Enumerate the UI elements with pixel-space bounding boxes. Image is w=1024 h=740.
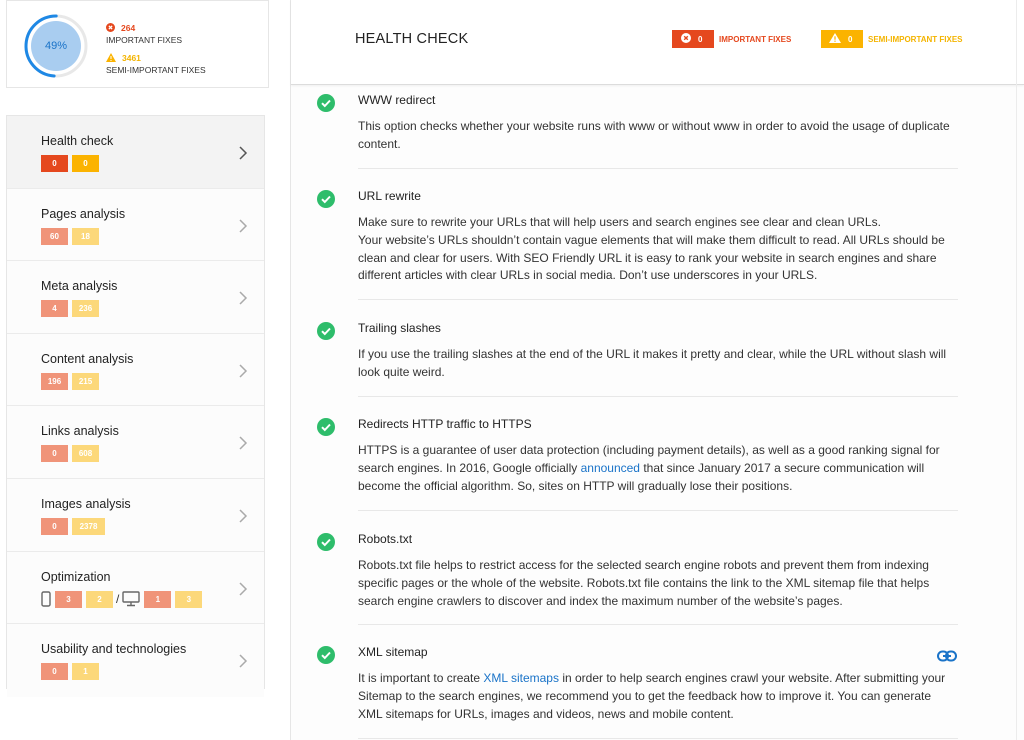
semi-important-badge: 608 — [72, 445, 99, 463]
scrollbar-track[interactable] — [1016, 0, 1017, 740]
error-icon — [681, 33, 691, 45]
divider — [358, 510, 958, 511]
sidebar-nav: Health check 0 0 Pages analysis 60 18 Me… — [6, 115, 265, 697]
important-badge: 0 — [41, 517, 68, 535]
semi-important-badge: 1 — [72, 663, 99, 681]
sidebar-item-optimization[interactable]: Optimization 3 2 / 1 3 — [7, 551, 264, 625]
semi-important-badge: 215 — [72, 372, 99, 390]
sidebar-item-meta-analysis[interactable]: Meta analysis 4 236 — [7, 261, 264, 334]
semi-important-fixes-label: SEMI-IMPORTANT FIXES — [106, 65, 206, 75]
check-title: Redirects HTTP traffic to HTTPS — [358, 417, 532, 431]
sidebar-item-content-analysis[interactable]: Content analysis 196 215 — [7, 333, 264, 407]
sidebar-item-images-analysis[interactable]: Images analysis 0 2378 — [7, 478, 264, 552]
important-badge: 196 — [41, 372, 68, 390]
desktop-icon — [122, 591, 141, 607]
important-badge: 60 — [41, 227, 68, 245]
check-description: It is important to create XML sitemaps i… — [358, 671, 946, 721]
semi-important-badge: 2378 — [72, 517, 105, 535]
chevron-right-icon — [239, 509, 248, 523]
semi-important-fixes-badge[interactable]: 0 — [821, 30, 863, 48]
chevron-right-icon — [239, 291, 248, 305]
main-panel: HEALTH CHECK 0 IMPORTANT FIXES 0 SEMI-IM… — [290, 0, 1024, 740]
important-badge: 0 — [41, 445, 68, 463]
important-fixes-badge[interactable]: 0 — [672, 30, 714, 48]
sidebar-item-label: Links analysis — [41, 424, 119, 439]
important-fixes-count: 264 — [106, 23, 135, 34]
divider — [358, 738, 958, 739]
check-description: This option checks whether your website … — [358, 119, 950, 151]
semi-important-badge: 236 — [72, 300, 99, 318]
semi-important-badge: 18 — [72, 227, 99, 245]
divider — [358, 168, 958, 169]
link-icon[interactable] — [937, 650, 957, 662]
sidebar-item-label: Content analysis — [41, 351, 134, 366]
chevron-right-icon — [239, 146, 248, 160]
check-circle-icon — [317, 94, 335, 112]
separator: / — [116, 592, 120, 607]
semi-important-fixes-count: 3461 — [106, 53, 141, 64]
sidebar-item-label: Meta analysis — [41, 279, 118, 294]
important-badge: 0 — [41, 663, 68, 681]
sidebar-item-label: Images analysis — [41, 496, 131, 511]
chevron-right-icon — [239, 219, 248, 233]
page-title: HEALTH CHECK — [355, 31, 469, 47]
sidebar-item-pages-analysis[interactable]: Pages analysis 60 18 — [7, 188, 264, 262]
sidebar-item-links-analysis[interactable]: Links analysis 0 608 — [7, 406, 264, 479]
check-circle-icon — [317, 646, 335, 664]
sidebar-item-label: Health check — [41, 134, 114, 148]
important-badge: 4 — [41, 300, 68, 318]
chevron-right-icon — [239, 582, 248, 596]
check-title: XML sitemap — [358, 645, 428, 659]
sidebar-item-label: Usability and technologies — [41, 642, 187, 657]
announced-link[interactable]: announced — [581, 461, 640, 475]
divider — [358, 624, 958, 625]
semi-important-badge: 0 — [72, 155, 99, 172]
chevron-right-icon — [239, 436, 248, 450]
error-icon — [106, 23, 115, 34]
divider — [358, 299, 958, 300]
sidebar-item-label: Optimization — [41, 569, 111, 584]
important-fixes-label: IMPORTANT FIXES — [106, 35, 183, 45]
xml-sitemaps-link[interactable]: XML sitemaps — [483, 671, 559, 685]
semi-important-fixes-label[interactable]: SEMI-IMPORTANT FIXES — [868, 35, 963, 44]
sidebar-item-usability-and-technologies[interactable]: Usability and technologies 0 1 — [7, 624, 264, 697]
chevron-right-icon — [239, 364, 248, 378]
warning-icon — [106, 53, 116, 64]
sidebar-item-label: Pages analysis — [41, 206, 126, 221]
check-description: HTTPS is a guarantee of user data protec… — [358, 443, 940, 493]
mobile-icon — [41, 591, 51, 607]
check-circle-icon — [317, 418, 335, 436]
check-description: Robots.txt file helps to restrict access… — [358, 558, 930, 608]
chevron-right-icon — [239, 654, 248, 668]
divider — [358, 396, 958, 397]
check-circle-icon — [317, 190, 335, 208]
sidebar-item-health-check[interactable]: Health check 0 0 — [7, 116, 264, 189]
desktop-important-badge: 1 — [144, 590, 172, 608]
main-header: HEALTH CHECK 0 IMPORTANT FIXES 0 SEMI-IM… — [291, 0, 1024, 85]
mobile-semi-important-badge: 2 — [86, 590, 113, 608]
desktop-semi-important-badge: 3 — [175, 590, 203, 608]
check-title: URL rewrite — [358, 189, 421, 203]
score-card: 49% 264 IMPORTANT FIXES 3461 SEMI-IMPORT… — [6, 0, 269, 88]
check-title: WWW redirect — [358, 93, 436, 107]
warning-icon — [829, 33, 841, 45]
check-title: Robots.txt — [358, 532, 413, 546]
check-circle-icon — [317, 533, 335, 551]
check-circle-icon — [317, 322, 335, 340]
score-percent: 49% — [44, 40, 68, 52]
check-title: Trailing slashes — [358, 321, 441, 335]
mobile-important-badge: 3 — [55, 590, 82, 608]
important-badge: 0 — [41, 155, 68, 172]
check-description: If you use the trailing slashes at the e… — [358, 347, 947, 379]
check-description: Make sure to rewrite your URLs that will… — [358, 215, 945, 283]
important-fixes-label[interactable]: IMPORTANT FIXES — [719, 35, 791, 44]
